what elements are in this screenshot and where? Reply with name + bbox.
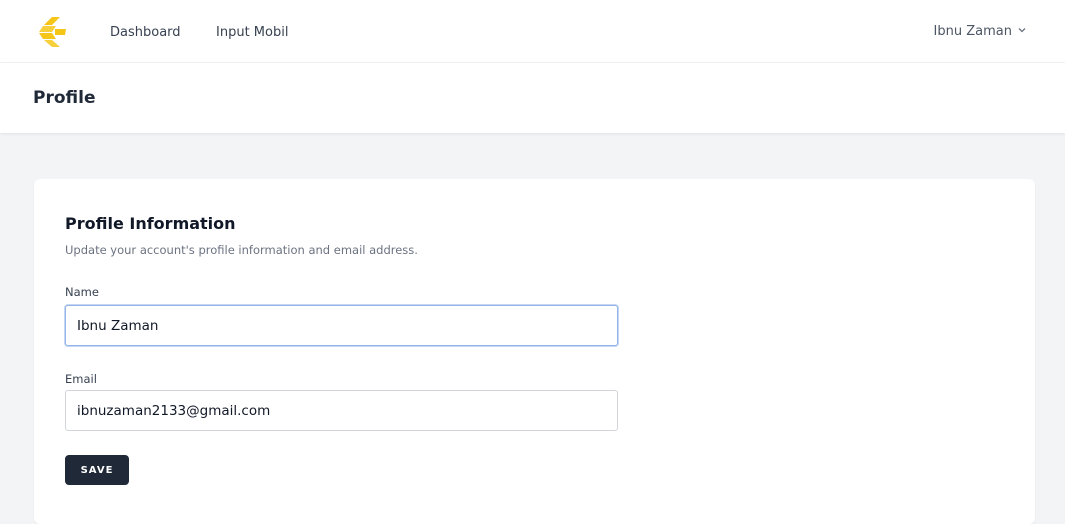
- card-title: Profile Information: [65, 214, 236, 233]
- chevron-down-icon: [1017, 24, 1027, 39]
- nav-link-input-mobil[interactable]: Input Mobil: [216, 25, 288, 40]
- page-header: Profile: [0, 63, 1065, 133]
- top-navigation: Dashboard Input Mobil Ibnu Zaman: [0, 0, 1065, 63]
- user-name: Ibnu Zaman: [933, 24, 1012, 39]
- profile-information-card: Profile Information Update your account'…: [34, 179, 1035, 524]
- card-description: Update your account's profile informatio…: [65, 243, 418, 257]
- page-title: Profile: [33, 88, 96, 108]
- save-button[interactable]: SAVE: [65, 455, 129, 485]
- name-label: Name: [65, 285, 99, 299]
- user-menu-button[interactable]: Ibnu Zaman: [934, 24, 1027, 39]
- arrow-logo-icon[interactable]: [36, 16, 70, 48]
- email-label: Email: [65, 372, 97, 386]
- name-input[interactable]: [65, 305, 618, 346]
- email-input[interactable]: [65, 390, 618, 431]
- nav-link-dashboard[interactable]: Dashboard: [110, 25, 181, 40]
